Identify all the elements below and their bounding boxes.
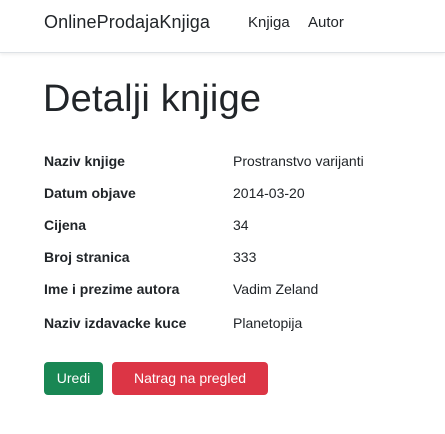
page-title: Detalji knjige [43,78,262,120]
edit-button[interactable]: Uredi [44,362,103,395]
detail-row-date: Datum objave 2014-03-20 [44,185,434,217]
detail-row-pages: Broj stranica 333 [44,249,434,281]
detail-value: 34 [233,217,249,233]
nav-link-autor[interactable]: Autor [308,14,344,31]
book-details-list: Naziv knjige Prostranstvo varijanti Datu… [44,153,434,347]
detail-label: Ime i prezime autora [44,281,180,297]
detail-row-price: Cijena 34 [44,217,434,249]
detail-row-publisher: Naziv izdavacke kuce Planetopija [44,315,434,347]
top-navbar: OnlineProdajaKnjiga Knjiga Autor [0,0,445,53]
detail-label: Cijena [44,217,87,233]
detail-value: Prostranstvo varijanti [233,153,364,169]
detail-row-title: Naziv knjige Prostranstvo varijanti [44,153,434,185]
detail-label: Naziv izdavacke kuce [44,315,187,331]
brand-link[interactable]: OnlineProdajaKnjiga [44,12,210,33]
detail-label: Naziv knjige [44,153,125,169]
detail-label: Broj stranica [44,249,130,265]
back-to-list-button[interactable]: Natrag na pregled [112,362,268,395]
detail-value: 333 [233,249,257,265]
detail-label: Datum objave [44,185,136,201]
detail-value: Vadim Zeland [233,281,319,297]
detail-value: Planetopija [233,315,303,331]
detail-value: 2014-03-20 [233,185,305,201]
nav-link-knjiga[interactable]: Knjiga [248,14,290,31]
detail-row-author: Ime i prezime autora Vadim Zeland [44,281,434,315]
